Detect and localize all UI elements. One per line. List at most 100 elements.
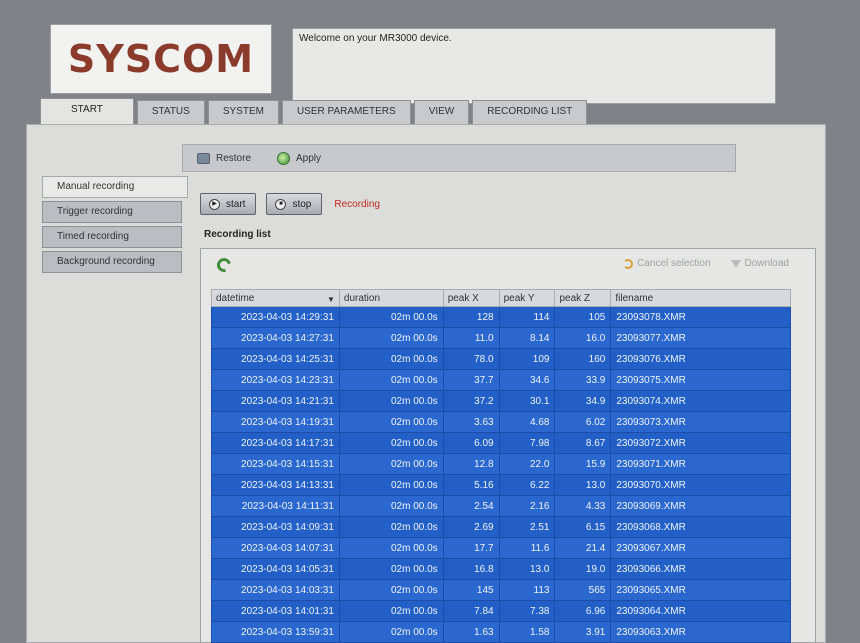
tab-recording-list[interactable]: RECORDING LIST — [472, 100, 588, 124]
tab-view[interactable]: VIEW — [413, 100, 470, 124]
duration-cell: 02m 00.0s — [338, 411, 444, 433]
filename-cell: 23093069.XMR — [610, 495, 791, 517]
sidebar-item-trigger-recording[interactable]: Trigger recording — [42, 201, 182, 223]
tab-start[interactable]: START — [40, 98, 134, 124]
duration-cell: 02m 00.0s — [338, 306, 444, 328]
peak-z-cell: 160 — [554, 348, 612, 370]
column-header-filename[interactable]: filename — [610, 289, 791, 307]
peak-z-cell: 33.9 — [554, 369, 612, 391]
datetime-cell: 2023-04-03 14:11:31 — [211, 495, 340, 517]
refresh-icon[interactable] — [214, 255, 234, 275]
duration-cell: 02m 00.0s — [338, 600, 444, 622]
play-icon: ▶ — [209, 198, 220, 210]
duration-cell: 02m 00.0s — [338, 390, 444, 412]
list-toolbar: Cancel selection Download — [201, 249, 815, 281]
tab-status[interactable]: STATUS — [136, 100, 205, 124]
peak-y-cell: 6.22 — [498, 474, 556, 496]
datetime-cell: 2023-04-03 14:27:31 — [211, 327, 340, 349]
restore-icon — [197, 152, 210, 164]
sidebar-item-manual-recording[interactable]: Manual recording — [42, 176, 188, 198]
duration-cell: 02m 00.0s — [338, 516, 444, 538]
peak-z-cell: 565 — [554, 579, 612, 601]
cancel-selection-label: Cancel selection — [637, 258, 711, 269]
table-row[interactable]: 2023-04-03 14:07:31 02m 00.0s 17.7 11.6 21.4… — [211, 537, 791, 559]
datetime-cell: 2023-04-03 14:07:31 — [211, 537, 340, 559]
table-row[interactable]: 2023-04-03 14:03:31 02m 00.0s 145 113 565 230… — [211, 579, 791, 601]
datetime-cell: 2023-04-03 14:13:31 — [211, 474, 340, 496]
datetime-cell: 2023-04-03 14:29:31 — [211, 306, 340, 328]
start-label: start — [226, 198, 246, 210]
table-row[interactable]: 2023-04-03 14:15:31 02m 00.0s 12.8 22.0 15.9… — [211, 453, 791, 475]
peak-x-cell: 2.69 — [442, 516, 500, 538]
logo-text: SYSCOM — [67, 37, 255, 81]
table-row[interactable]: 2023-04-03 14:01:31 02m 00.0s 7.84 7.38 6.96… — [211, 600, 791, 622]
peak-x-cell: 2.54 — [442, 495, 500, 517]
duration-cell: 02m 00.0s — [338, 369, 444, 391]
table-row[interactable]: 2023-04-03 14:21:31 02m 00.0s 37.2 30.1 34.9… — [211, 390, 791, 412]
table-row[interactable]: 2023-04-03 14:29:31 02m 00.0s 128 114 105 230… — [211, 306, 791, 328]
peak-z-cell: 13.0 — [554, 474, 612, 496]
table-row[interactable]: 2023-04-03 14:25:31 02m 00.0s 78.0 109 160 23… — [211, 348, 791, 370]
sidebar-item-timed-recording[interactable]: Timed recording — [42, 226, 182, 248]
column-header-peak-z[interactable]: peak Z — [554, 289, 612, 307]
filename-cell: 23093077.XMR — [610, 327, 791, 349]
duration-cell: 02m 00.0s — [338, 558, 444, 580]
table-row[interactable]: 2023-04-03 14:19:31 02m 00.0s 3.63 4.68 6.02… — [211, 411, 791, 433]
cancel-icon — [623, 258, 634, 269]
filename-cell: 23093072.XMR — [610, 432, 791, 454]
peak-x-cell: 7.84 — [442, 600, 500, 622]
datetime-cell: 2023-04-03 14:23:31 — [211, 369, 340, 391]
peak-y-cell: 8.14 — [498, 327, 556, 349]
duration-cell: 02m 00.0s — [338, 537, 444, 559]
tab-system[interactable]: SYSTEM — [207, 100, 279, 124]
apply-icon — [277, 151, 291, 165]
sort-desc-icon: ▼ — [326, 294, 335, 304]
tab-user-parameters[interactable]: USER PARAMETERS — [281, 100, 411, 124]
peak-y-cell: 2.51 — [498, 516, 556, 538]
peak-x-cell: 145 — [442, 579, 500, 601]
restore-button[interactable]: Restore — [197, 152, 252, 164]
peak-x-cell: 16.8 — [442, 558, 500, 580]
table-row[interactable]: 2023-04-03 14:17:31 02m 00.0s 6.09 7.98 8.67… — [211, 432, 791, 454]
table-row[interactable]: 2023-04-03 14:05:31 02m 00.0s 16.8 13.0 19.0… — [211, 558, 791, 580]
column-header-duration[interactable]: duration — [338, 289, 444, 307]
download-button[interactable]: Download — [730, 258, 789, 269]
apply-label: Apply — [296, 152, 322, 164]
table-row[interactable]: 2023-04-03 14:09:31 02m 00.0s 2.69 2.51 6.15… — [211, 516, 791, 538]
peak-x-cell: 6.09 — [442, 432, 500, 454]
apply-button[interactable]: Apply — [277, 151, 322, 165]
welcome-panel: Welcome on your MR3000 device. — [292, 28, 776, 104]
sidebar-item-background-recording[interactable]: Background recording — [42, 251, 182, 273]
recording-table: datetime ▼ duration peak X peak Y peak Z … — [211, 289, 791, 643]
peak-y-cell: 34.6 — [498, 369, 556, 391]
peak-x-cell: 11.0 — [442, 327, 500, 349]
filename-cell: 23093068.XMR — [610, 516, 791, 538]
stop-button[interactable]: ■ stop — [266, 193, 323, 215]
main-tabs: START STATUS SYSTEM USER PARAMETERS VIEW… — [40, 98, 590, 124]
filename-cell: 23093076.XMR — [610, 348, 791, 370]
table-header-row: datetime ▼ duration peak X peak Y peak Z … — [211, 289, 791, 307]
start-button[interactable]: ▶ start — [200, 193, 257, 215]
recording-controls: ▶ start ■ stop Recording — [200, 193, 380, 215]
table-row[interactable]: 2023-04-03 14:23:31 02m 00.0s 37.7 34.6 33.9… — [211, 369, 791, 391]
table-row[interactable]: 2023-04-03 14:11:31 02m 00.0s 2.54 2.16 4.33… — [211, 495, 791, 517]
datetime-cell: 2023-04-03 14:17:31 — [211, 432, 340, 454]
table-row[interactable]: 2023-04-03 13:59:31 02m 00.0s 1.63 1.58 3.91… — [211, 621, 791, 643]
peak-z-cell: 3.91 — [554, 621, 612, 643]
peak-z-cell: 16.0 — [554, 327, 612, 349]
column-header-datetime[interactable]: datetime ▼ — [211, 289, 340, 307]
datetime-cell: 2023-04-03 14:21:31 — [211, 390, 340, 412]
filename-cell: 23093073.XMR — [610, 411, 791, 433]
side-nav: Manual recording Trigger recording Timed… — [42, 176, 188, 276]
column-header-peak-y[interactable]: peak Y — [498, 289, 556, 307]
filename-cell: 23093078.XMR — [610, 306, 791, 328]
column-header-peak-x[interactable]: peak X — [442, 289, 500, 307]
restore-label: Restore — [216, 152, 252, 164]
table-row[interactable]: 2023-04-03 14:13:31 02m 00.0s 5.16 6.22 13.0… — [211, 474, 791, 496]
cancel-selection-button[interactable]: Cancel selection — [623, 258, 711, 269]
peak-y-cell: 11.6 — [498, 537, 556, 559]
table-row[interactable]: 2023-04-03 14:27:31 02m 00.0s 11.0 8.14 16.0… — [211, 327, 791, 349]
peak-z-cell: 6.96 — [554, 600, 612, 622]
duration-cell: 02m 00.0s — [338, 432, 444, 454]
filename-cell: 23093070.XMR — [610, 474, 791, 496]
